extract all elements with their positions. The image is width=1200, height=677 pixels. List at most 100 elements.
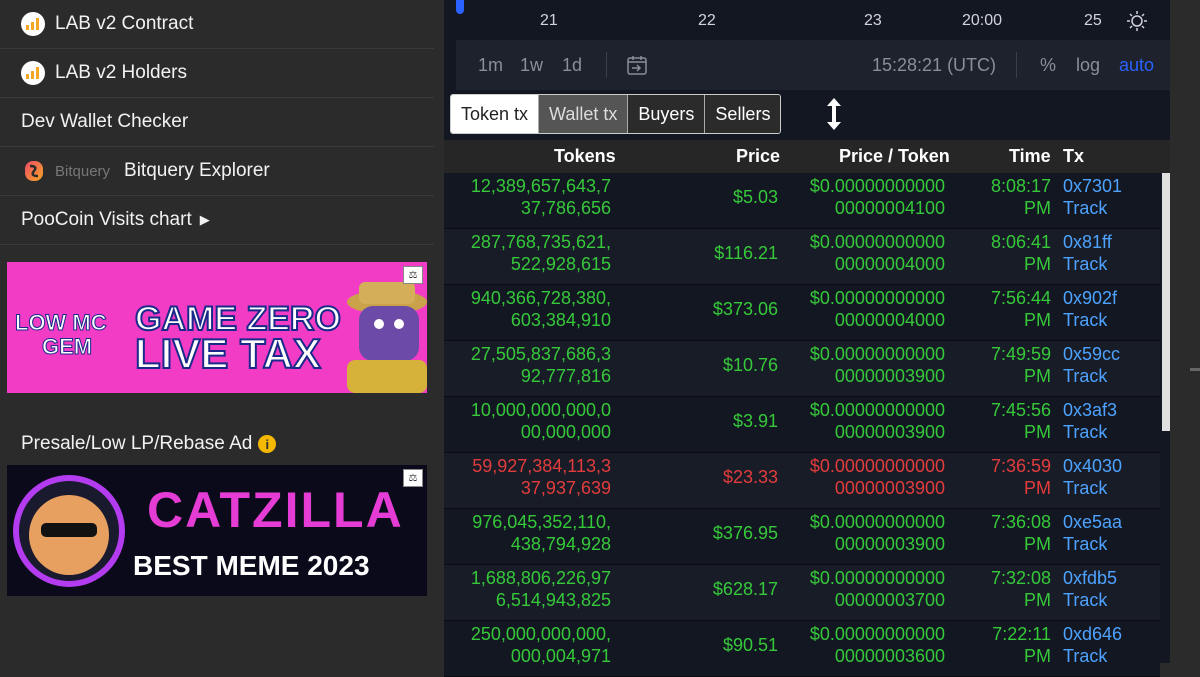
tokens-line: 10,000,000,000,0: [470, 400, 611, 420]
range-1d-button[interactable]: 1d: [562, 55, 582, 76]
ad-choices-icon[interactable]: ⚖: [403, 469, 423, 487]
percent-scale-button[interactable]: %: [1040, 55, 1056, 76]
tokens-line: 000,004,971: [510, 646, 611, 666]
tab-token-tx[interactable]: Token tx: [451, 95, 540, 133]
x-tick: 22: [698, 12, 716, 29]
price-token-line: $0.00000000000: [809, 232, 945, 252]
info-icon[interactable]: i: [258, 435, 277, 453]
tx-hash-link[interactable]: 0x81ff: [1063, 232, 1112, 252]
price-token-line: $0.00000000000: [809, 400, 945, 420]
time-line: 7:36:59: [990, 456, 1051, 476]
price-token-line: 00000003900: [834, 422, 945, 442]
tokens-line: 438,794,928: [510, 534, 611, 554]
ad-banner-game-zero[interactable]: LOW MC GEM GAME ZERO LIVE TAX ⚖: [7, 262, 427, 393]
table-row: 59,927,384,113,3 37,937,639 $23.33 $0.00000…: [444, 453, 1160, 509]
track-link[interactable]: Track: [1063, 590, 1107, 610]
tx-hash-link[interactable]: 0x4030: [1063, 456, 1122, 476]
settings-gear-icon[interactable]: [1126, 10, 1148, 32]
time-cell: 7:36:59 PM: [964, 455, 1051, 499]
range-1w-button[interactable]: 1w: [520, 55, 543, 76]
tab-wallet-tx[interactable]: Wallet tx: [539, 95, 629, 133]
tokens-line: 976,045,352,110,: [472, 512, 611, 532]
tx-cell: 0x902f Track: [1063, 287, 1143, 331]
track-link[interactable]: Track: [1063, 646, 1107, 666]
main-panel: 21 22 23 20:00 25 1m 1w 1d 15:28:21 (UTC…: [444, 0, 1170, 677]
tx-cell: 0xe5aa Track: [1063, 511, 1143, 555]
price-token-line: 00000003900: [834, 366, 945, 386]
x-tick: 21: [540, 12, 558, 29]
sidebar-item-visits-chart[interactable]: PooCoin Visits chart ▶: [0, 196, 434, 245]
col-header-price[interactable]: Price: [736, 146, 780, 167]
ad-choices-icon[interactable]: ⚖: [403, 266, 423, 284]
price-token-line: 00000003700: [834, 590, 945, 610]
price-token-line: 00000004000: [834, 310, 945, 330]
time-line: 7:45:56: [990, 400, 1051, 420]
sidebar-item-bitquery[interactable]: Bitquery Bitquery Explorer: [0, 147, 434, 196]
go-to-date-icon[interactable]: [626, 54, 648, 76]
price-token-line: $0.00000000000: [809, 176, 945, 196]
presale-label-text: Presale/Low LP/Rebase Ad: [21, 433, 253, 454]
chart-bars-icon: [21, 61, 45, 85]
sidebar-item-label: Dev Wallet Checker: [21, 111, 189, 132]
tab-sellers[interactable]: Sellers: [705, 95, 781, 133]
sidebar-item-holders[interactable]: LAB v2 Holders: [0, 49, 434, 98]
sidebar: LAB v2 Contract LAB v2 Holders Dev Walle…: [0, 0, 434, 675]
tokens-cell: 12,389,657,643,7 37,786,656: [454, 175, 611, 219]
utc-clock[interactable]: 15:28:21 (UTC): [872, 55, 996, 76]
table-row: 1,688,806,226,97 6,514,943,825 $628.17 $0.0…: [444, 565, 1160, 621]
sidebar-item-contract[interactable]: LAB v2 Contract: [0, 0, 434, 49]
table-row: 10,000,000,000,0 00,000,000 $3.91 $0.000000…: [444, 397, 1160, 453]
bitquery-logo-icon: [25, 161, 43, 181]
col-header-time[interactable]: Time: [1009, 146, 1051, 167]
time-cell: 8:06:41 PM: [964, 231, 1051, 275]
tx-hash-link[interactable]: 0x3af3: [1063, 400, 1117, 420]
tx-hash-link[interactable]: 0xfdb5: [1063, 568, 1117, 588]
time-cell: 7:36:08 PM: [964, 511, 1051, 555]
track-link[interactable]: Track: [1063, 534, 1107, 554]
time-cell: 8:08:17 PM: [964, 175, 1051, 219]
tx-hash-link[interactable]: 0x7301: [1063, 176, 1122, 196]
track-link[interactable]: Track: [1063, 422, 1107, 442]
tokens-line: 37,937,639: [520, 478, 611, 498]
chart-scroll-handle[interactable]: [456, 0, 464, 14]
table-scrollbar[interactable]: [1162, 173, 1170, 431]
tokens-line: 1,688,806,226,97: [470, 568, 611, 588]
track-link[interactable]: Track: [1063, 366, 1107, 386]
ad-banner-art: LOW MC GEM GAME ZERO LIVE TAX: [7, 262, 427, 393]
track-link[interactable]: Track: [1063, 478, 1107, 498]
chart-time-axis: 21 22 23 20:00 25: [456, 0, 1170, 40]
price-token-cell: $0.00000000000 00000003600: [784, 623, 945, 667]
col-header-tokens[interactable]: Tokens: [554, 146, 616, 167]
price-cell: $116.21: [714, 243, 778, 263]
sidebar-item-label: PooCoin Visits chart: [21, 209, 192, 230]
tx-hash-link[interactable]: 0xe5aa: [1063, 512, 1122, 532]
table-row: 976,045,352,110, 438,794,928 $376.95 $0.000…: [444, 509, 1160, 565]
x-tick: 20:00: [962, 12, 1003, 29]
col-header-tx[interactable]: Tx: [1063, 146, 1084, 167]
tab-buyers[interactable]: Buyers: [628, 95, 706, 133]
price-token-line: 00000003900: [834, 534, 945, 554]
price-cell: $373.06: [712, 299, 778, 319]
track-link[interactable]: Track: [1063, 254, 1107, 274]
tx-hash-link[interactable]: 0x902f: [1063, 288, 1117, 308]
price-token-line: 00000003900: [834, 478, 945, 498]
auto-scale-button[interactable]: auto: [1119, 55, 1154, 76]
tokens-cell: 940,366,728,380, 603,384,910: [454, 287, 611, 331]
tx-hash-link[interactable]: 0xd646: [1063, 624, 1122, 644]
track-link[interactable]: Track: [1063, 198, 1107, 218]
track-link[interactable]: Track: [1063, 310, 1107, 330]
time-cell: 7:22:11 PM: [964, 623, 1051, 667]
price-token-line: $0.00000000000: [809, 456, 945, 476]
price-token-line: $0.00000000000: [809, 344, 945, 364]
sidebar-item-dev-wallet[interactable]: Dev Wallet Checker: [0, 98, 434, 147]
resize-vertical-icon[interactable]: [824, 96, 844, 132]
time-line: PM: [1024, 590, 1051, 610]
log-scale-button[interactable]: log: [1076, 55, 1100, 76]
col-header-price-token[interactable]: Price / Token: [839, 146, 950, 167]
time-line: PM: [1024, 478, 1051, 498]
ad-banner-catzilla[interactable]: CATZILLA BEST MEME 2023 ⚖: [7, 465, 427, 596]
tx-hash-link[interactable]: 0x59cc: [1063, 344, 1120, 364]
tx-cell: 0xd646 Track: [1063, 623, 1143, 667]
tx-cell: 0x81ff Track: [1063, 231, 1143, 275]
range-1m-button[interactable]: 1m: [478, 55, 503, 76]
